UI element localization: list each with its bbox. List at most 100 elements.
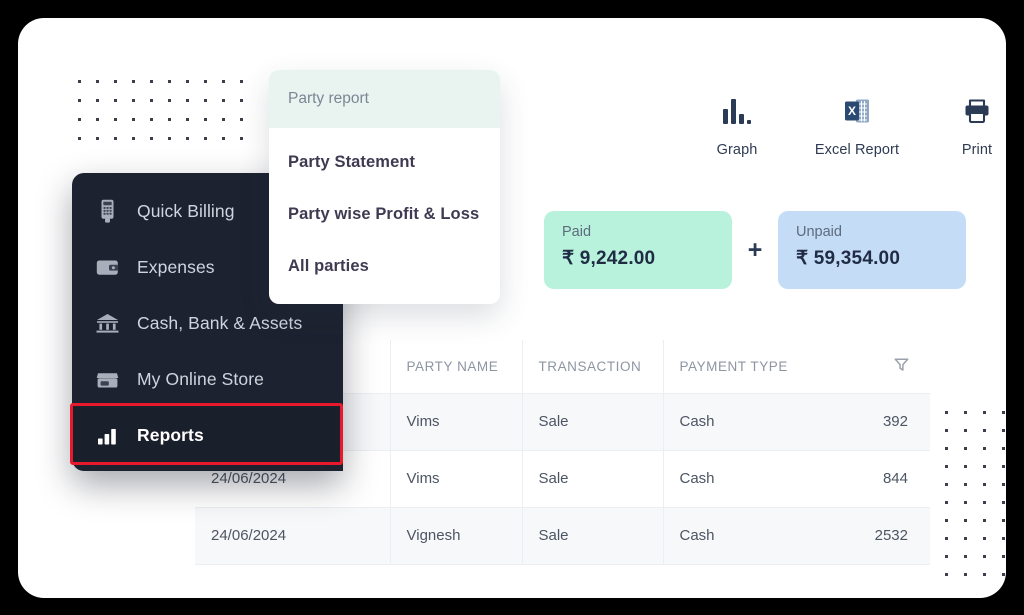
report-actions-toolbar: Graph X Excel Report Print [703,94,1006,158]
unpaid-summary-card[interactable]: Unpaid ₹ 59,354.00 [778,211,966,289]
decorative-dot [945,447,948,450]
cell-transaction: Sale [521,393,663,451]
column-header-filter[interactable] [823,340,930,394]
decorative-dot [964,483,967,486]
cell-party: Vims [389,393,522,451]
decorative-dot [78,99,81,102]
column-header-payment-type[interactable]: PAYMENT TYPE [662,340,823,394]
cell-payment: Cash [662,450,823,508]
dropdown-header-title: Party report [269,70,500,128]
paid-summary-card[interactable]: Paid ₹ 9,242.00 [544,211,732,289]
decorative-dot [983,465,986,468]
decorative-dot [964,411,967,414]
decorative-dot [983,555,986,558]
decorative-dot [983,501,986,504]
cell-transaction: Sale [521,450,663,508]
decorative-dot [150,118,153,121]
decorative-dot [240,118,243,121]
decorative-dot-grid-right [945,411,1006,591]
cell-transaction: Sale [521,507,663,565]
graph-button[interactable]: Graph [703,94,771,158]
decorative-dot [1002,519,1005,522]
decorative-dot [114,118,117,121]
dropdown-item-party-wise-profit-loss[interactable]: Party wise Profit & Loss [269,188,500,240]
table-row[interactable]: 24/06/2024 Vignesh Sale Cash 2532 [195,507,930,565]
print-button[interactable]: Print [943,94,1006,158]
decorative-dot [240,80,243,83]
decorative-dot [945,411,948,414]
decorative-dot [78,80,81,83]
decorative-dot [945,537,948,540]
decorative-dot [114,137,117,140]
decorative-dot [240,137,243,140]
payment-summary: Paid ₹ 9,242.00 + Unpaid ₹ 59,354.00 [544,211,966,289]
decorative-dot [96,80,99,83]
decorative-dot [1002,429,1005,432]
decorative-dot [983,447,986,450]
pos-terminal-icon [96,199,119,223]
decorative-dot [150,99,153,102]
unpaid-label: Unpaid [796,224,842,240]
decorative-dot [78,118,81,121]
column-header-party-name[interactable]: PARTY NAME [389,340,522,394]
paid-amount: ₹ 9,242.00 [562,248,656,269]
decorative-dot [96,99,99,102]
sidebar-item-my-online-store[interactable]: My Online Store [72,351,343,407]
sidebar-item-label: My Online Store [137,368,264,389]
sidebar-item-reports[interactable]: Reports [72,407,343,463]
decorative-dot [168,118,171,121]
cell-amount: 2532 [823,507,930,565]
decorative-dot [204,80,207,83]
dropdown-item-all-parties[interactable]: All parties [269,240,500,292]
decorative-dot [168,99,171,102]
dropdown-list: Party Statement Party wise Profit & Loss… [269,128,500,304]
decorative-dot [222,137,225,140]
graph-button-label: Graph [716,142,758,158]
decorative-dot [132,118,135,121]
bar-chart-icon [723,94,751,128]
decorative-dot [964,519,967,522]
decorative-dot [964,573,967,576]
decorative-dot [222,80,225,83]
decorative-dot [964,537,967,540]
column-header-transaction[interactable]: TRANSACTION [521,340,663,394]
decorative-dot [204,99,207,102]
cell-party: Vignesh [389,507,522,565]
decorative-dot [114,80,117,83]
wallet-icon [96,258,119,277]
decorative-dot [132,137,135,140]
cell-payment: Cash [662,393,823,451]
decorative-dot [186,99,189,102]
decorative-dot [945,555,948,558]
decorative-dot [983,411,986,414]
decorative-dot [945,519,948,522]
dropdown-item-party-statement[interactable]: Party Statement [269,136,500,188]
decorative-dot [114,99,117,102]
decorative-dot [964,429,967,432]
sidebar-item-label: Expenses [137,256,215,277]
decorative-dot [204,137,207,140]
sidebar-item-label: Cash, Bank & Assets [137,312,303,333]
unpaid-amount: ₹ 59,354.00 [796,248,901,269]
decorative-dot [1002,465,1005,468]
decorative-dot [983,483,986,486]
decorative-dot-grid-topleft [78,80,258,156]
decorative-dot [168,80,171,83]
decorative-dot [168,137,171,140]
decorative-dot [78,137,81,140]
decorative-dot [186,80,189,83]
decorative-dot [132,80,135,83]
decorative-dot [186,137,189,140]
bank-icon [96,313,119,334]
paid-label: Paid [562,224,592,240]
decorative-dot [964,555,967,558]
excel-report-button[interactable]: X Excel Report [815,94,899,158]
decorative-dot [945,465,948,468]
decorative-dot [1002,483,1005,486]
filter-funnel-icon[interactable] [893,356,910,376]
cell-amount: 844 [823,450,930,508]
sidebar-item-label: Quick Billing [137,200,235,221]
party-report-dropdown: Party report Party Statement Party wise … [269,70,500,304]
decorative-dot [96,137,99,140]
svg-text:X: X [848,104,856,118]
